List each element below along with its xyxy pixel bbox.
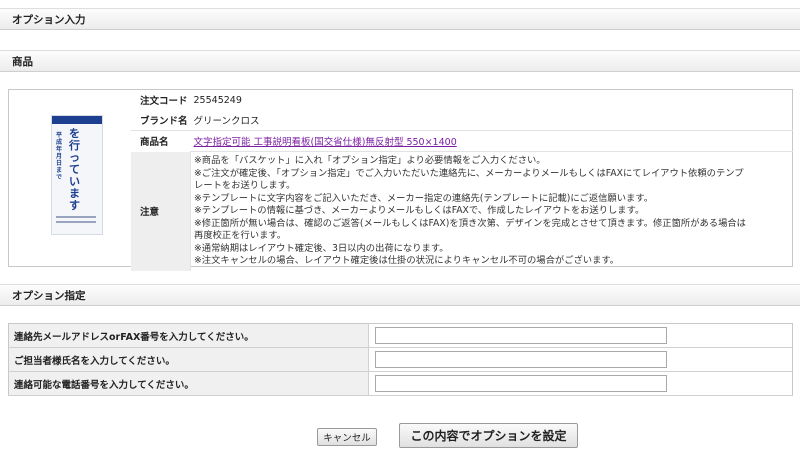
product-thumbnail[interactable]: 平成年月日まで を行っています — [51, 115, 103, 235]
form-row-phone: 連絡可能な電話番号を入力してください。 — [8, 371, 793, 396]
note-line: レートをお送りします。 — [194, 180, 296, 191]
note-line: ※ご注文が確定後、「オプション指定」でご入力いただいた連絡先に、メーカーよりメー… — [194, 167, 744, 179]
order-code-row: 注文コード 25545249 — [131, 90, 793, 110]
notes-text: ※商品を「バスケット」に入れ「オプション指定」より必要情報をご入力ください。 ※… — [190, 151, 793, 271]
brand-value: グリーンクロス — [193, 116, 260, 127]
product-name-link[interactable]: 文字指定可能 工事説明看板(国交省仕様)無反射型 550×1400 — [194, 137, 457, 148]
note-line: ※商品を「バスケット」に入れ「オプション指定」より必要情報をご入力ください。 — [194, 155, 546, 166]
notes-label: 注意 — [131, 151, 191, 271]
form-row-contact: 連絡先メールアドレスorFAX番号を入力してください。 — [8, 323, 793, 348]
brand-label: ブランド名 — [131, 110, 191, 131]
phone-field-label: 連絡可能な電話番号を入力してください。 — [8, 371, 369, 396]
note-line: ※通常納期はレイアウト確定後、3日以内の出荷になります。 — [194, 242, 449, 254]
note-line: ※修正箇所が無い場合は、確認のご返答(メールもしくはFAX)を頂き次第、デザイン… — [194, 217, 746, 229]
page-title: オプション入力 — [0, 8, 800, 30]
note-line: 再度校正を行います。 — [194, 230, 287, 241]
product-box: 平成年月日まで を行っています 注文コード 25545249 ブランド名 グリー… — [8, 89, 793, 271]
order-code-label: 注文コード — [131, 90, 191, 110]
set-option-button[interactable]: この内容でオプションを設定 — [399, 423, 578, 448]
cancel-button[interactable]: キャンセル — [317, 428, 377, 446]
notes-row: 注意 ※商品を「バスケット」に入れ「オプション指定」より必要情報をご入力ください… — [131, 151, 793, 271]
contact-input[interactable] — [375, 327, 667, 344]
product-name-label: 商品名 — [131, 130, 191, 152]
person-name-input[interactable] — [375, 351, 667, 368]
brand-row: ブランド名 グリーンクロス — [131, 110, 793, 131]
thumbnail-footer — [56, 216, 96, 228]
option-section-header: オプション指定 — [0, 284, 800, 306]
product-section-header: 商品 — [0, 50, 800, 72]
option-form: 連絡先メールアドレスorFAX番号を入力してください。 ご担当者様氏名を入力して… — [8, 323, 793, 396]
person-name-field-label: ご担当者様氏名を入力してください。 — [8, 347, 369, 372]
product-info-table: 注文コード 25545249 ブランド名 グリーンクロス 商品名 文字指定可能 … — [131, 90, 793, 271]
note-line: ※テンプレートの情報に基づき、メーカーよりメールもしくはFAXで、作成したレイア… — [194, 205, 645, 216]
note-line: ※注文キャンセルの場合、レイアウト確定後は仕掛の状況によりキャンセル不可の場合が… — [194, 255, 620, 266]
contact-field-label: 連絡先メールアドレスorFAX番号を入力してください。 — [8, 323, 369, 348]
product-name-row: 商品名 文字指定可能 工事説明看板(国交省仕様)無反射型 550×1400 — [131, 130, 793, 152]
form-row-name: ご担当者様氏名を入力してください。 — [8, 347, 793, 372]
note-line: ※テンプレートに文字内容をご記入いただき、メーカー指定の連絡先(テンプレートに記… — [194, 192, 653, 204]
thumbnail-date-text: 平成年月日まで — [56, 132, 63, 181]
thumbnail-main-text: を行っています — [69, 127, 80, 212]
thumbnail-header — [52, 116, 102, 124]
phone-input[interactable] — [375, 375, 667, 392]
order-code-value: 25545249 — [193, 94, 242, 106]
